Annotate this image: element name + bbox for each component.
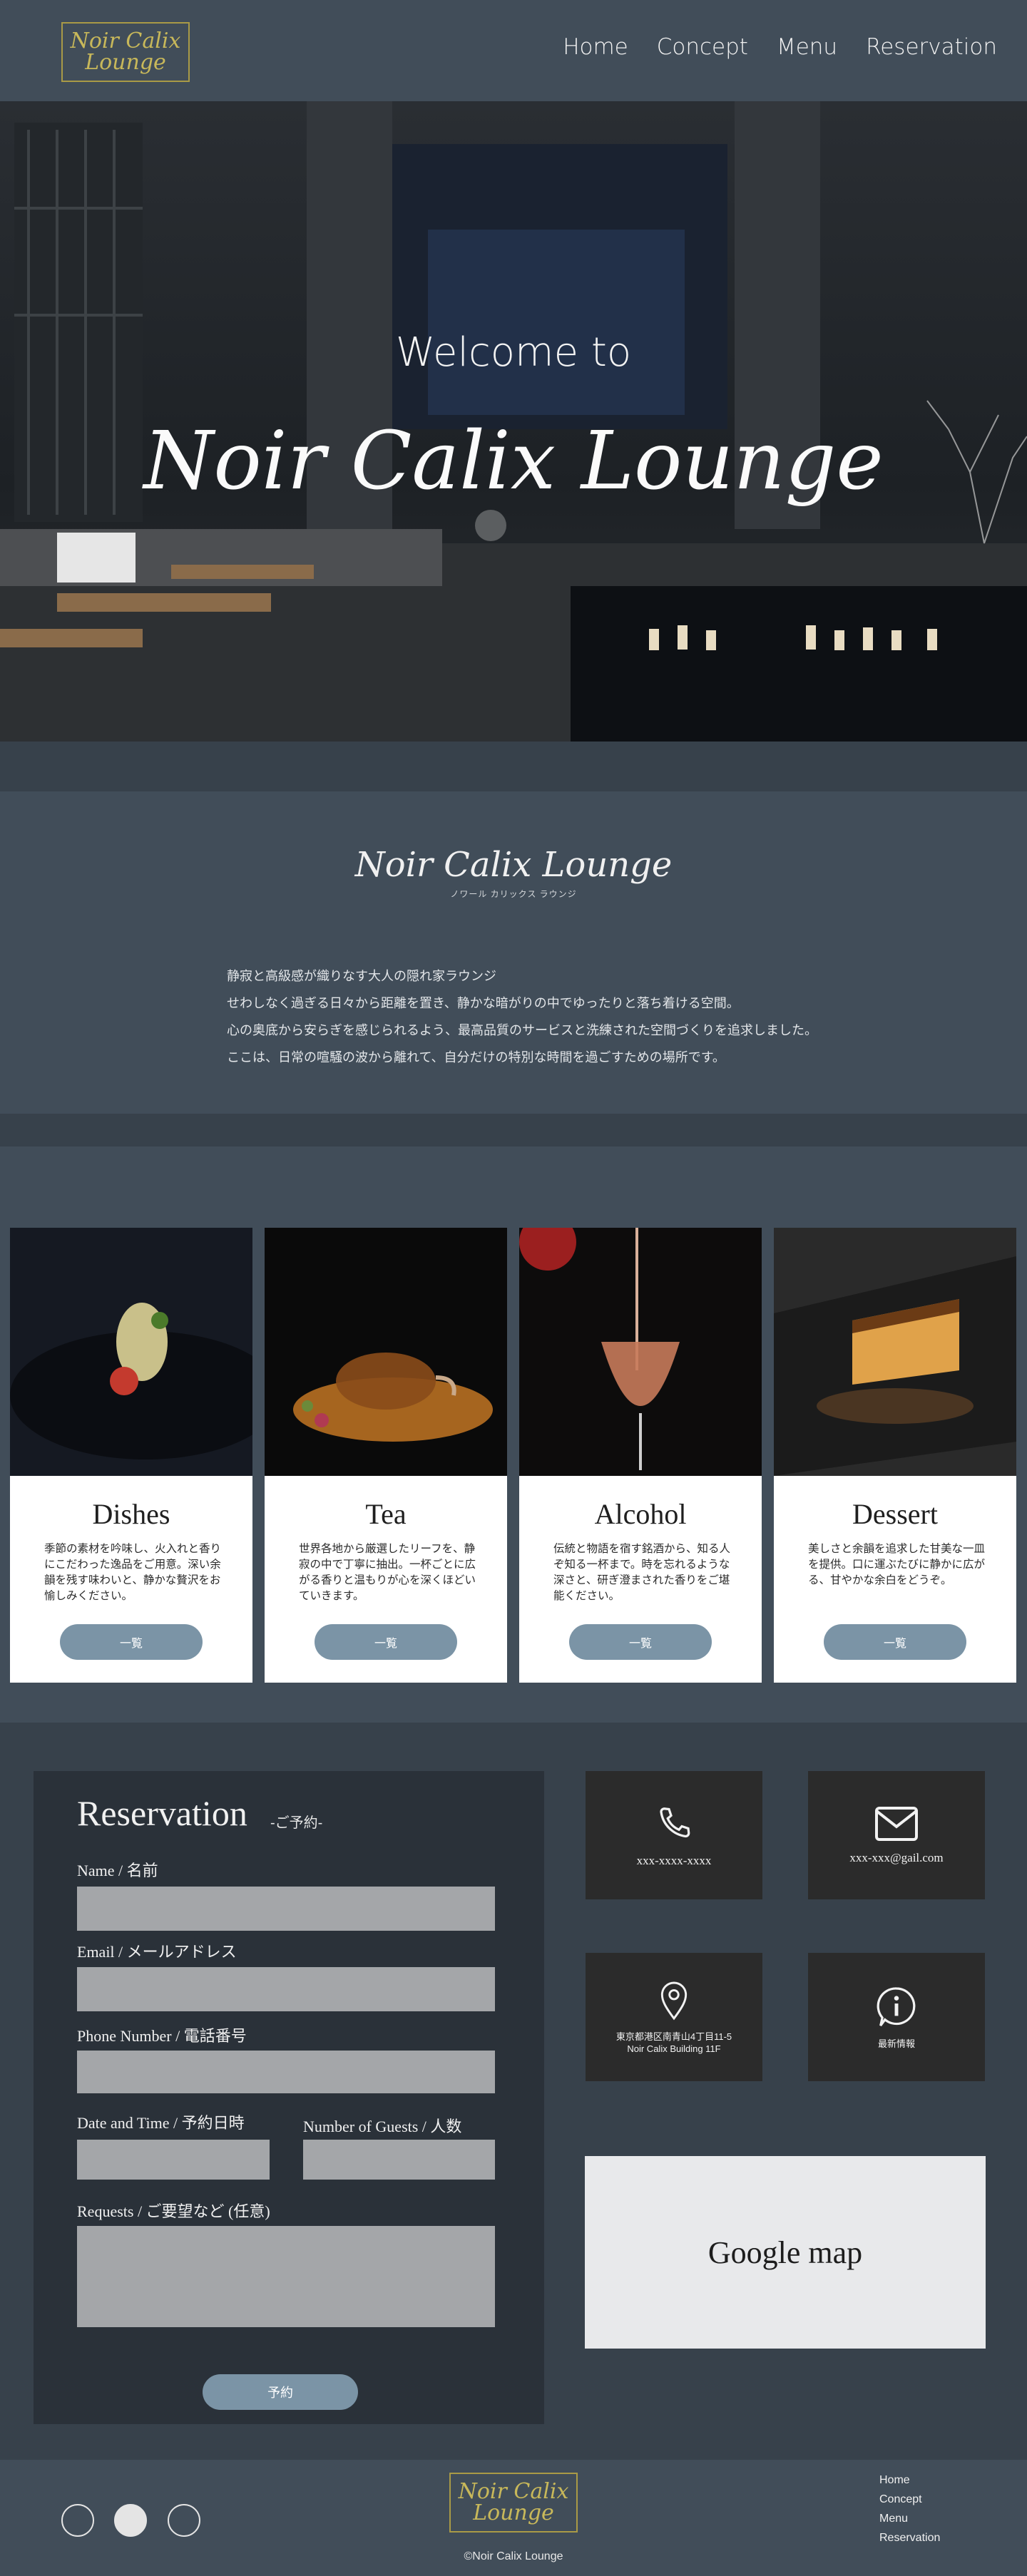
social-circle-icon[interactable] [168,2504,200,2537]
location-pin-icon [660,1981,688,2021]
footer-link-home[interactable]: Home [879,2474,940,2487]
concept-line: 静寂と高級感が織りなす大人の隠れ家ラウンジ [227,969,496,983]
nav-reservation[interactable]: Reservation [866,34,997,60]
card-title: Dessert [852,1498,938,1530]
concept-line: せわしなく過ぎる日々から距離を置き、静かな暗がりの中でゆったりと落ち着ける空間。 [227,996,740,1010]
guests-label: Number of Guests / 人数 [303,2118,462,2135]
nav-menu[interactable]: Menu [777,34,837,60]
nav-home[interactable]: Home [563,34,628,60]
address-line2: Noir Calix Building 11F [627,2043,721,2054]
reservation-subtitle: -ご予約- [270,1815,323,1831]
social-circle-icon[interactable] [114,2504,147,2537]
reserve-submit-button[interactable]: 予約 [203,2374,358,2410]
card-description: 美しさと余韻を追求した甘美な一皿を提供。口に運ぶたびに静かに広がる、甘やかな余白… [808,1543,986,1586]
logo-line1: Noir Calix [70,29,181,53]
card-title: Alcohol [594,1498,687,1530]
hero-section: Welcome to Noir Calix Lounge [0,101,1027,742]
date-label: Date and Time / 予約日時 [77,2114,245,2132]
footer-link-menu[interactable]: Menu [879,2513,940,2525]
site-footer: Noir Calix Lounge ©Noir Calix Lounge Hom… [0,2460,1027,2576]
menu-card-alcohol: Alcohol 伝統と物語を宿す銘酒から、知る人ぞ知る一杯まで。時を忘れるような… [519,1228,762,1683]
header-logo[interactable]: Noir Calix Lounge [61,22,190,82]
reservation-form: Reservation -ご予約- Name / 名前 Email / メールア… [34,1771,544,2424]
guests-input[interactable] [303,2140,495,2180]
menu-card-tea: Tea 世界各地から厳選したリーフを、静寂の中で丁寧に抽出。一杯ごとに広がる香り… [265,1228,507,1683]
concept-title: Noir Calix Lounge [354,845,673,885]
footer-nav: Home Concept Menu Reservation [879,2474,940,2545]
requests-label: Requests / ご要望など (任意) [77,2202,270,2220]
concept-line: 心の奥底から安らぎを感じられるよう、最高品質のサービスと洗練された空間づくりを追… [227,1023,817,1037]
reservation-title: Reservation [77,1793,247,1833]
phone-label: Phone Number / 電話番号 [77,2027,247,2045]
card-title: Dishes [92,1498,170,1530]
concept-line: ここは、日常の喧騒の波から離れて、自分だけの特別な時間を過ごすための場所です。 [227,1050,725,1064]
info-icon [877,1986,916,2026]
footer-logo-line2: Lounge [473,2500,554,2525]
dessert-image [774,1228,1016,1476]
site-header: Noir Calix Lounge Home Concept Menu Rese… [0,0,1027,101]
nav-concept[interactable]: Concept [657,34,748,60]
concept-subtitle: ノワール カリックス ラウンジ [450,889,577,899]
date-input[interactable] [77,2140,270,2180]
social-circle-icon[interactable] [61,2504,94,2537]
card-title: Tea [365,1498,407,1530]
copyright: ©Noir Calix Lounge [464,2550,563,2562]
news-text: 最新情報 [877,2038,915,2049]
email-label: Email / メールアドレス [77,1943,237,1961]
concept-text: 静寂と高級感が織りなす大人の隠れ家ラウンジ せわしなく過ぎる日々から距離を置き、… [227,963,817,1071]
requests-textarea[interactable] [77,2226,495,2327]
phone-tile[interactable]: xxx-xxxx-xxxx [586,1771,762,1899]
card-description: 世界各地から厳選したリーフを、静寂の中で丁寧に抽出。一杯ごとに広がる香りと温もり… [299,1543,476,1602]
hero-welcome-text: Welcome to [395,329,632,376]
name-input[interactable] [77,1887,495,1931]
menu-card-dessert: Dessert 美しさと余韻を追求した甘美な一皿を提供。口に運ぶたびに静かに広が… [774,1228,1016,1683]
concept-section: Noir Calix Lounge ノワール カリックス ラウンジ 静寂と高級感… [0,791,1027,1114]
footer-logo-line1: Noir Calix [458,2479,569,2504]
tea-list-button[interactable]: 一覧 [315,1624,457,1660]
alcohol-image [519,1228,762,1476]
address-text: 東京都港区南青山4丁目11-5 Noir Calix Building 11F [616,2031,732,2055]
card-description: 伝統と物語を宿す銘酒から、知る人ぞ知る一杯まで。時を忘れるような深さと、研ぎ澄ま… [553,1543,731,1602]
dessert-list-button[interactable]: 一覧 [824,1624,966,1660]
main-nav: Home Concept Menu Reservation [563,34,997,60]
address-tile[interactable]: 東京都港区南青山4丁目11-5 Noir Calix Building 11F [586,1953,762,2081]
phone-number: xxx-xxxx-xxxx [636,1854,712,1867]
card-description: 季節の素材を吟味し、火入れと香りにこだわった逸品をご用意。深い余韻を残す味わいと… [44,1543,222,1602]
menu-section: Dishes 季節の素材を吟味し、火入れと香りにこだわった逸品をご用意。深い余韻… [0,1146,1027,1723]
phone-icon [660,1807,690,1838]
email-input[interactable] [77,1967,495,2011]
hero-title: Noir Calix Lounge [143,415,884,508]
email-tile[interactable]: xxx-xxx@gail.com [808,1771,985,1899]
google-map[interactable]: Google map [585,2156,986,2349]
phone-input[interactable] [77,2051,495,2093]
news-tile[interactable]: 最新情報 [808,1953,985,2081]
dishes-list-button[interactable]: 一覧 [60,1624,203,1660]
footer-link-concept[interactable]: Concept [879,2493,940,2506]
address-line1: 東京都港区南青山4丁目11-5 [615,2031,732,2042]
alcohol-list-button[interactable]: 一覧 [569,1624,712,1660]
logo-line2: Lounge [85,50,166,75]
dishes-image [10,1228,252,1476]
footer-link-reservation[interactable]: Reservation [879,2532,940,2545]
name-label: Name / 名前 [77,1862,158,1879]
email-address: xxx-xxx@gail.com [849,1851,944,1864]
menu-card-dishes: Dishes 季節の素材を吟味し、火入れと香りにこだわった逸品をご用意。深い余韻… [10,1228,252,1683]
tea-image [265,1228,507,1476]
footer-logo[interactable]: Noir Calix Lounge [449,2473,578,2533]
mail-icon [875,1807,918,1841]
